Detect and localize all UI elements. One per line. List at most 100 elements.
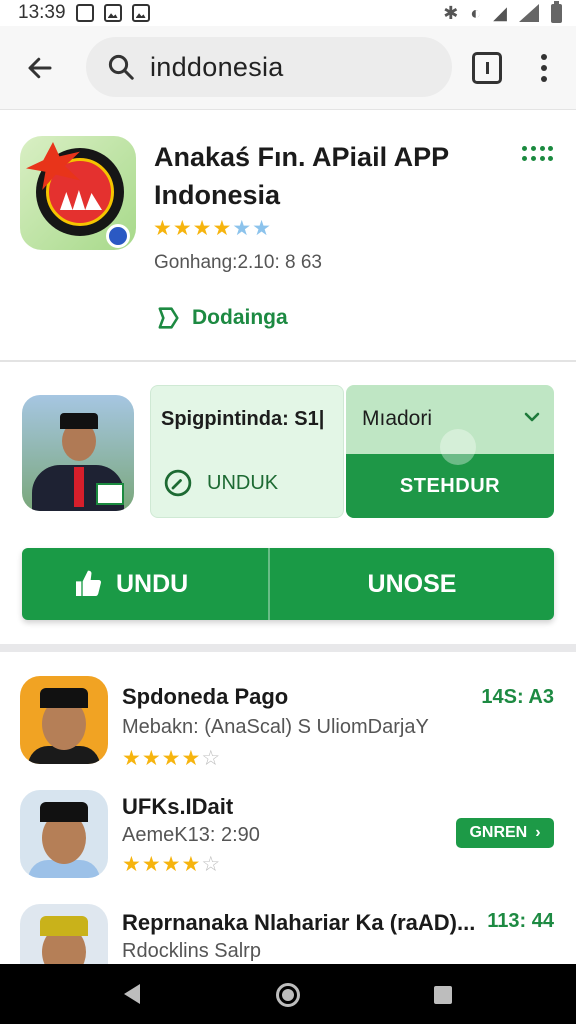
rating-stars: ★ ★ ★ ★ ☆	[122, 854, 220, 875]
peci-cap-shape	[40, 688, 88, 708]
promo-right-label: Mıadori	[362, 407, 433, 430]
notification-n-icon	[75, 4, 94, 22]
star-icon: ★	[181, 853, 201, 876]
play-store-search-screen: 13:39 ✱ ◐ ◢ inddonesia Anakaś Fın. APiai…	[0, 0, 576, 1024]
menu-dot	[522, 146, 527, 151]
notification-image-icon	[103, 4, 122, 22]
tie-shape	[74, 467, 84, 507]
menu-dot	[548, 155, 554, 161]
app-icon[interactable]	[20, 790, 108, 878]
menu-dot	[522, 155, 527, 161]
status-right: ✱ ◐ ◢	[443, 0, 562, 24]
menu-dot	[530, 146, 536, 151]
more-dot	[541, 65, 547, 71]
star-icon: ★	[192, 217, 212, 240]
app-title[interactable]: Reprnanaka Nlahariar Ka (raAD)...	[122, 910, 475, 936]
featured-app-meta: Gonhang:2.10: 8 63	[154, 252, 322, 273]
promo-left-label: Spigpintinda: S1|	[161, 408, 325, 430]
star-icon: ★	[252, 217, 271, 240]
touch-ripple-icon	[440, 429, 476, 465]
search-field[interactable]: inddonesia	[86, 37, 452, 97]
list-item[interactable]: UFKs.IDait AemeK13: 2:90 ★ ★ ★ ★ ☆ GNREN…	[0, 782, 576, 892]
search-query[interactable]: inddonesia	[150, 52, 284, 83]
vibrate-icon: ◐	[470, 2, 482, 23]
promo-person-thumbnail[interactable]	[22, 395, 134, 511]
open-button[interactable]: UNOSE	[270, 548, 554, 620]
system-nav-bar	[0, 964, 576, 1024]
grid-menu-icon[interactable]	[522, 146, 554, 162]
install-button-label: UNDU	[116, 569, 189, 598]
app-subtitle: AemeK13: 2:90	[122, 824, 260, 846]
nav-recents-icon[interactable]	[434, 986, 452, 1004]
menu-dot	[539, 146, 545, 151]
tab-icon	[485, 62, 489, 74]
star-icon: ★	[232, 217, 252, 240]
bluetooth-icon: ✱	[443, 2, 459, 23]
promo-right-button[interactable]: STEHDUR	[346, 454, 554, 518]
app-subtitle: Mebakn: (AnaScal) S UliomDarjaY	[122, 716, 429, 738]
app-right-value: 14S: A3	[481, 686, 554, 708]
peci-cap-shape	[40, 802, 88, 822]
wifi-icon: ◢	[493, 2, 507, 23]
star-icon: ★	[181, 747, 201, 770]
nav-back-icon[interactable]	[124, 984, 140, 1004]
star-icon: ★	[212, 217, 232, 240]
more-options-button[interactable]	[534, 52, 554, 84]
tabs-button[interactable]	[472, 52, 502, 84]
featured-app-icon[interactable]	[20, 136, 136, 250]
install-button[interactable]: UNDU	[22, 548, 270, 620]
promo-left-action-label: UNDUK	[207, 471, 279, 494]
download-chat-icon	[158, 307, 179, 329]
more-vert-icon	[541, 54, 547, 60]
featured-app-link[interactable]: Dodainga	[154, 304, 288, 332]
star-icon: ★	[153, 217, 172, 240]
thumbs-up-icon	[76, 570, 102, 596]
status-time: 13:39	[18, 2, 66, 23]
status-left: 13:39	[18, 2, 150, 24]
search-header: inddonesia	[0, 26, 576, 110]
star-icon: ★	[141, 853, 161, 876]
menu-dot	[539, 155, 545, 161]
chevron-right-icon: ›	[535, 824, 541, 841]
install-split-button: UNDU UNOSE	[22, 548, 554, 620]
promo-left-action[interactable]: UNDUK	[163, 468, 278, 498]
back-arrow-icon	[28, 57, 52, 79]
app-title[interactable]: UFKs.IDait	[122, 794, 233, 820]
rating-stars: ★ ★ ★ ★ ☆	[122, 748, 220, 769]
promo-section: Spigpintinda: S1| UNDUK Mıadori STEHDUR …	[0, 364, 576, 652]
app-subtitle: Rdocklins Salrp	[122, 940, 261, 962]
peci-cap-shape	[60, 413, 98, 429]
status-bar: 13:39 ✱ ◐ ◢	[0, 0, 576, 26]
star-icon: ★	[172, 217, 192, 240]
back-button[interactable]	[20, 48, 60, 88]
signal-icon	[519, 4, 539, 22]
battery-icon	[551, 0, 562, 23]
star-outline-icon: ☆	[201, 747, 221, 770]
star-icon: ★	[141, 747, 161, 770]
featured-link-label: Dodainga	[192, 306, 288, 329]
star-outline-icon: ☆	[201, 853, 221, 876]
crown-cap-shape	[40, 916, 88, 936]
clock-icon	[164, 469, 192, 497]
app-right-value: 113: 44	[487, 910, 554, 932]
search-icon	[108, 54, 134, 80]
app-icon[interactable]	[20, 676, 108, 764]
chevron-down-icon[interactable]	[520, 405, 544, 429]
star-icon: ★	[161, 853, 181, 876]
nav-home-icon[interactable]	[276, 983, 300, 1007]
star-icon: ★	[161, 747, 181, 770]
featured-app-card[interactable]: Anakaś Fın. APiail APP Indonesia ★ ★ ★ ★…	[0, 118, 576, 362]
featured-rating-stars: ★ ★ ★ ★ ★ ★	[153, 218, 271, 239]
promo-card-right[interactable]: Mıadori STEHDUR	[346, 385, 554, 518]
star-icon: ★	[122, 747, 141, 770]
more-dot	[541, 76, 547, 82]
notification-image-icon-2	[131, 4, 150, 22]
menu-dot	[530, 155, 536, 161]
verified-badge-icon	[106, 224, 130, 248]
menu-dot	[548, 146, 554, 151]
app-action-chip[interactable]: GNREN ›	[456, 818, 554, 848]
featured-app-title[interactable]: Anakaś Fın. APiail APP Indonesia	[154, 138, 494, 214]
list-item[interactable]: Spdoneda Pago Mebakn: (AnaScal) S UliomD…	[0, 674, 576, 784]
app-title[interactable]: Spdoneda Pago	[122, 684, 288, 710]
promo-card-left[interactable]: Spigpintinda: S1| UNDUK	[150, 385, 344, 518]
